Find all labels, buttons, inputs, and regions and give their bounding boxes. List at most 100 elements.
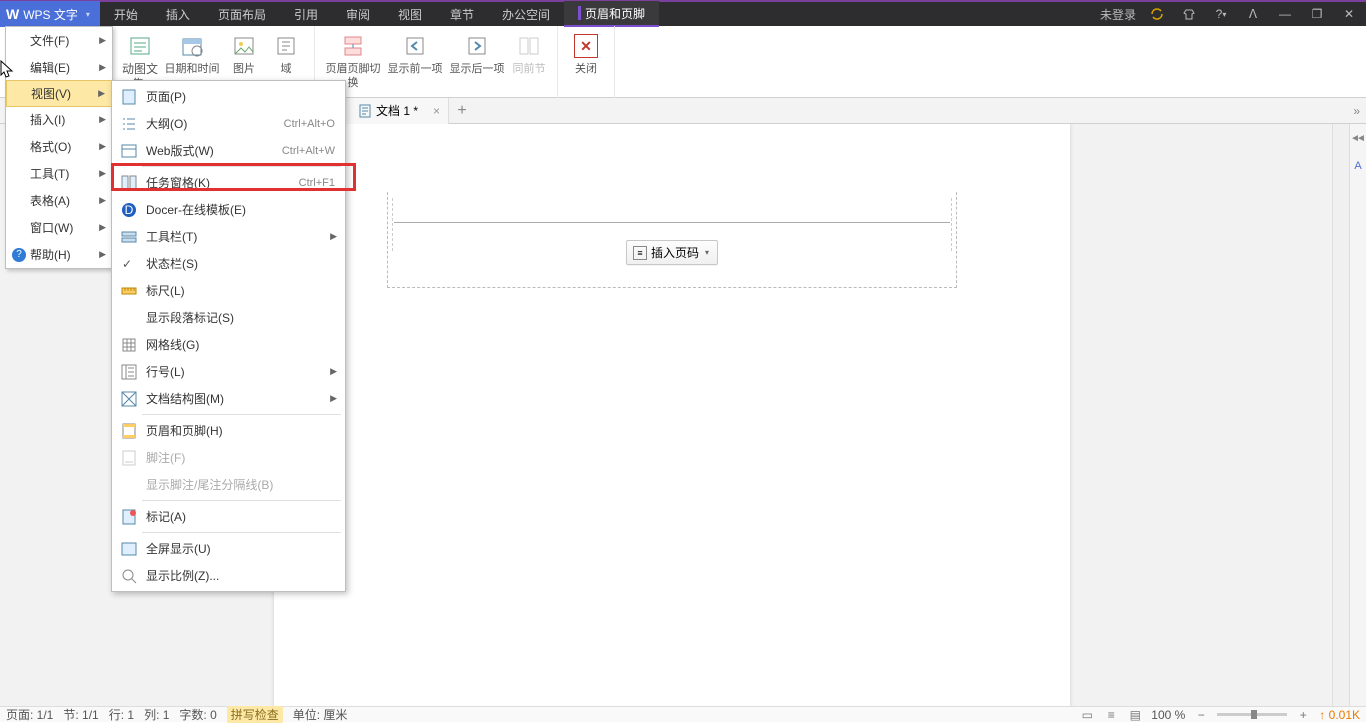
view-menu-item[interactable]: 标尺(L) xyxy=(112,277,345,304)
document-tab-label: 文档 1 * xyxy=(376,102,418,119)
next-icon xyxy=(465,34,489,58)
menu-item-label: 标尺(L) xyxy=(146,282,185,299)
view-menu-item[interactable]: 标记(A) xyxy=(112,503,345,530)
outline-icon xyxy=(120,115,138,133)
view-menu-item[interactable]: Web版式(W)Ctrl+Alt+W xyxy=(112,137,345,164)
view-web-icon[interactable]: ▤ xyxy=(1127,708,1143,722)
chevron-right-icon: ▶ xyxy=(99,141,106,152)
docer-icon: D xyxy=(120,201,138,219)
view-menu-item[interactable]: 大纲(O)Ctrl+Alt+O xyxy=(112,110,345,137)
tab-chapter[interactable]: 章节 xyxy=(436,1,488,27)
window-minimize-icon[interactable]: — xyxy=(1274,3,1296,25)
view-menu-item[interactable]: DDocer-在线模板(E) xyxy=(112,196,345,223)
menu-item-label: 大纲(O) xyxy=(146,115,187,132)
menu-separator xyxy=(142,500,341,501)
tab-layout[interactable]: 页面布局 xyxy=(204,1,280,27)
file-menu-item[interactable]: 插入(I)▶ xyxy=(6,106,112,133)
status-network: ↑ 0.01K xyxy=(1319,708,1360,722)
chevron-right-icon: ▶ xyxy=(98,88,105,99)
document-page: ≡ 插入页码 ▾ xyxy=(274,124,1070,706)
tab-references[interactable]: 引用 xyxy=(280,1,332,27)
file-menu-item[interactable]: 视图(V)▶ xyxy=(6,80,112,107)
login-status[interactable]: 未登录 xyxy=(1100,6,1136,23)
view-menu-item[interactable]: 任务窗格(K)Ctrl+F1 xyxy=(112,169,345,196)
skin-icon[interactable] xyxy=(1178,3,1200,25)
app-menu-button[interactable]: W WPS 文字 ▾ xyxy=(0,1,100,27)
document-tab[interactable]: 文档 1 * × xyxy=(346,98,449,124)
linenum-icon xyxy=(120,363,138,381)
close-tab-icon[interactable]: × xyxy=(433,104,440,118)
status-spellcheck[interactable]: 拼写检查 xyxy=(227,706,283,723)
chevron-right-icon: ▶ xyxy=(330,366,337,377)
file-menu-item[interactable]: 格式(O) ▶ xyxy=(6,133,112,160)
zoom-value[interactable]: 100 % xyxy=(1151,708,1185,722)
view-menu-item[interactable]: 工具栏(T)▶ xyxy=(112,223,345,250)
tab-view[interactable]: 视图 xyxy=(384,1,436,27)
menu-item-label: 显示段落标记(S) xyxy=(146,309,234,326)
footnote-icon xyxy=(120,449,138,467)
add-tab-button[interactable]: + xyxy=(449,98,475,124)
zoom-slider[interactable] xyxy=(1217,713,1287,716)
collapse-panel-icon[interactable]: ▸▸ xyxy=(1352,132,1364,146)
menu-item-label: 窗口(W) xyxy=(30,219,73,236)
menu-item-label: 页眉和页脚(H) xyxy=(146,422,223,439)
previous-icon xyxy=(403,34,427,58)
view-menu-item[interactable]: 行号(L)▶ xyxy=(112,358,345,385)
zoom-in-icon[interactable]: + xyxy=(1295,708,1311,722)
title-bar: W WPS 文字 ▾ 开始 插入 页面布局 引用 审阅 视图 章节 办公空间 页… xyxy=(0,0,1366,26)
app-name: WPS 文字 xyxy=(23,6,78,23)
docmap-icon xyxy=(120,390,138,408)
ribbon-close[interactable]: ✕ 关闭 xyxy=(566,30,606,76)
view-menu-item[interactable]: 网格线(G) xyxy=(112,331,345,358)
zoom-out-icon[interactable]: − xyxy=(1193,708,1209,722)
file-menu-item[interactable]: 编辑(E) ▶ xyxy=(6,54,112,81)
menu-item-label: 文件(F) xyxy=(30,32,69,49)
view-menu-item[interactable]: 全屏显示(U) xyxy=(112,535,345,562)
menu-shortcut: Ctrl+Alt+W xyxy=(282,145,335,157)
titlebar-right: 未登录 ?▾ ᐱ — ❐ ✕ xyxy=(1100,3,1366,25)
tab-start[interactable]: 开始 xyxy=(100,1,152,27)
file-menu-item[interactable]: 窗口(W)▶ xyxy=(6,214,112,241)
ribbon-same-as-previous: 同前节 xyxy=(509,30,549,90)
menu-separator xyxy=(142,414,341,415)
ribbon-show-next[interactable]: 显示后一项 xyxy=(447,30,507,90)
view-menu-item[interactable]: 页眉和页脚(H) xyxy=(112,417,345,444)
menu-item-label: 工具栏(T) xyxy=(146,228,197,245)
view-menu-item[interactable]: 文档结构图(M)▶ xyxy=(112,385,345,412)
view-menu-item[interactable]: ✓状态栏(S) xyxy=(112,250,345,277)
window-restore-icon[interactable]: ❐ xyxy=(1306,3,1328,25)
view-menu-item[interactable]: 页面(P) xyxy=(112,83,345,110)
vertical-scrollbar[interactable] xyxy=(1332,124,1349,706)
file-menu-item[interactable]: ?帮助(H)▶ xyxy=(6,241,112,268)
menu-item-label: 表格(A) xyxy=(30,192,70,209)
page-number-icon: ≡ xyxy=(633,246,647,260)
ribbon-show-previous[interactable]: 显示前一项 xyxy=(385,30,445,90)
help-icon[interactable]: ?▾ xyxy=(1210,3,1232,25)
chevron-right-icon: ▶ xyxy=(330,393,337,404)
file-menu-item[interactable]: 表格(A)▶ xyxy=(6,187,112,214)
menu-item-label: 编辑(E) xyxy=(30,59,70,76)
chevron-right-icon: ▶ xyxy=(99,62,106,73)
window-close-icon[interactable]: ✕ xyxy=(1338,3,1360,25)
fullscreen-icon xyxy=(120,540,138,558)
mark-icon xyxy=(120,508,138,526)
status-col: 列: 1 xyxy=(144,706,169,723)
tab-insert[interactable]: 插入 xyxy=(152,1,204,27)
view-menu-item[interactable]: 显示段落标记(S) xyxy=(112,304,345,331)
menu-item-label: 标记(A) xyxy=(146,508,186,525)
doc-icon xyxy=(358,104,372,118)
tab-header-footer[interactable]: 页眉和页脚 xyxy=(564,1,659,27)
side-panel-shortcut[interactable]: A xyxy=(1354,160,1361,172)
file-menu-item[interactable]: 工具(T)▶ xyxy=(6,160,112,187)
tab-office-space[interactable]: 办公空间 xyxy=(488,1,564,27)
view-print-layout-icon[interactable]: ▭ xyxy=(1079,708,1095,722)
doc-bar-expand-icon[interactable]: » xyxy=(1353,104,1360,118)
view-menu-item[interactable]: 显示比例(Z)... xyxy=(112,562,345,589)
minimize-ribbon-icon[interactable]: ᐱ xyxy=(1242,3,1264,25)
tab-review[interactable]: 审阅 xyxy=(332,1,384,27)
menu-item-label: 格式(O) xyxy=(30,138,71,155)
sync-icon[interactable] xyxy=(1146,3,1168,25)
view-outline-icon[interactable]: ≡ xyxy=(1103,708,1119,722)
file-menu-item[interactable]: 文件(F)▶ xyxy=(6,27,112,54)
insert-page-number-button[interactable]: ≡ 插入页码 ▾ xyxy=(626,240,718,265)
